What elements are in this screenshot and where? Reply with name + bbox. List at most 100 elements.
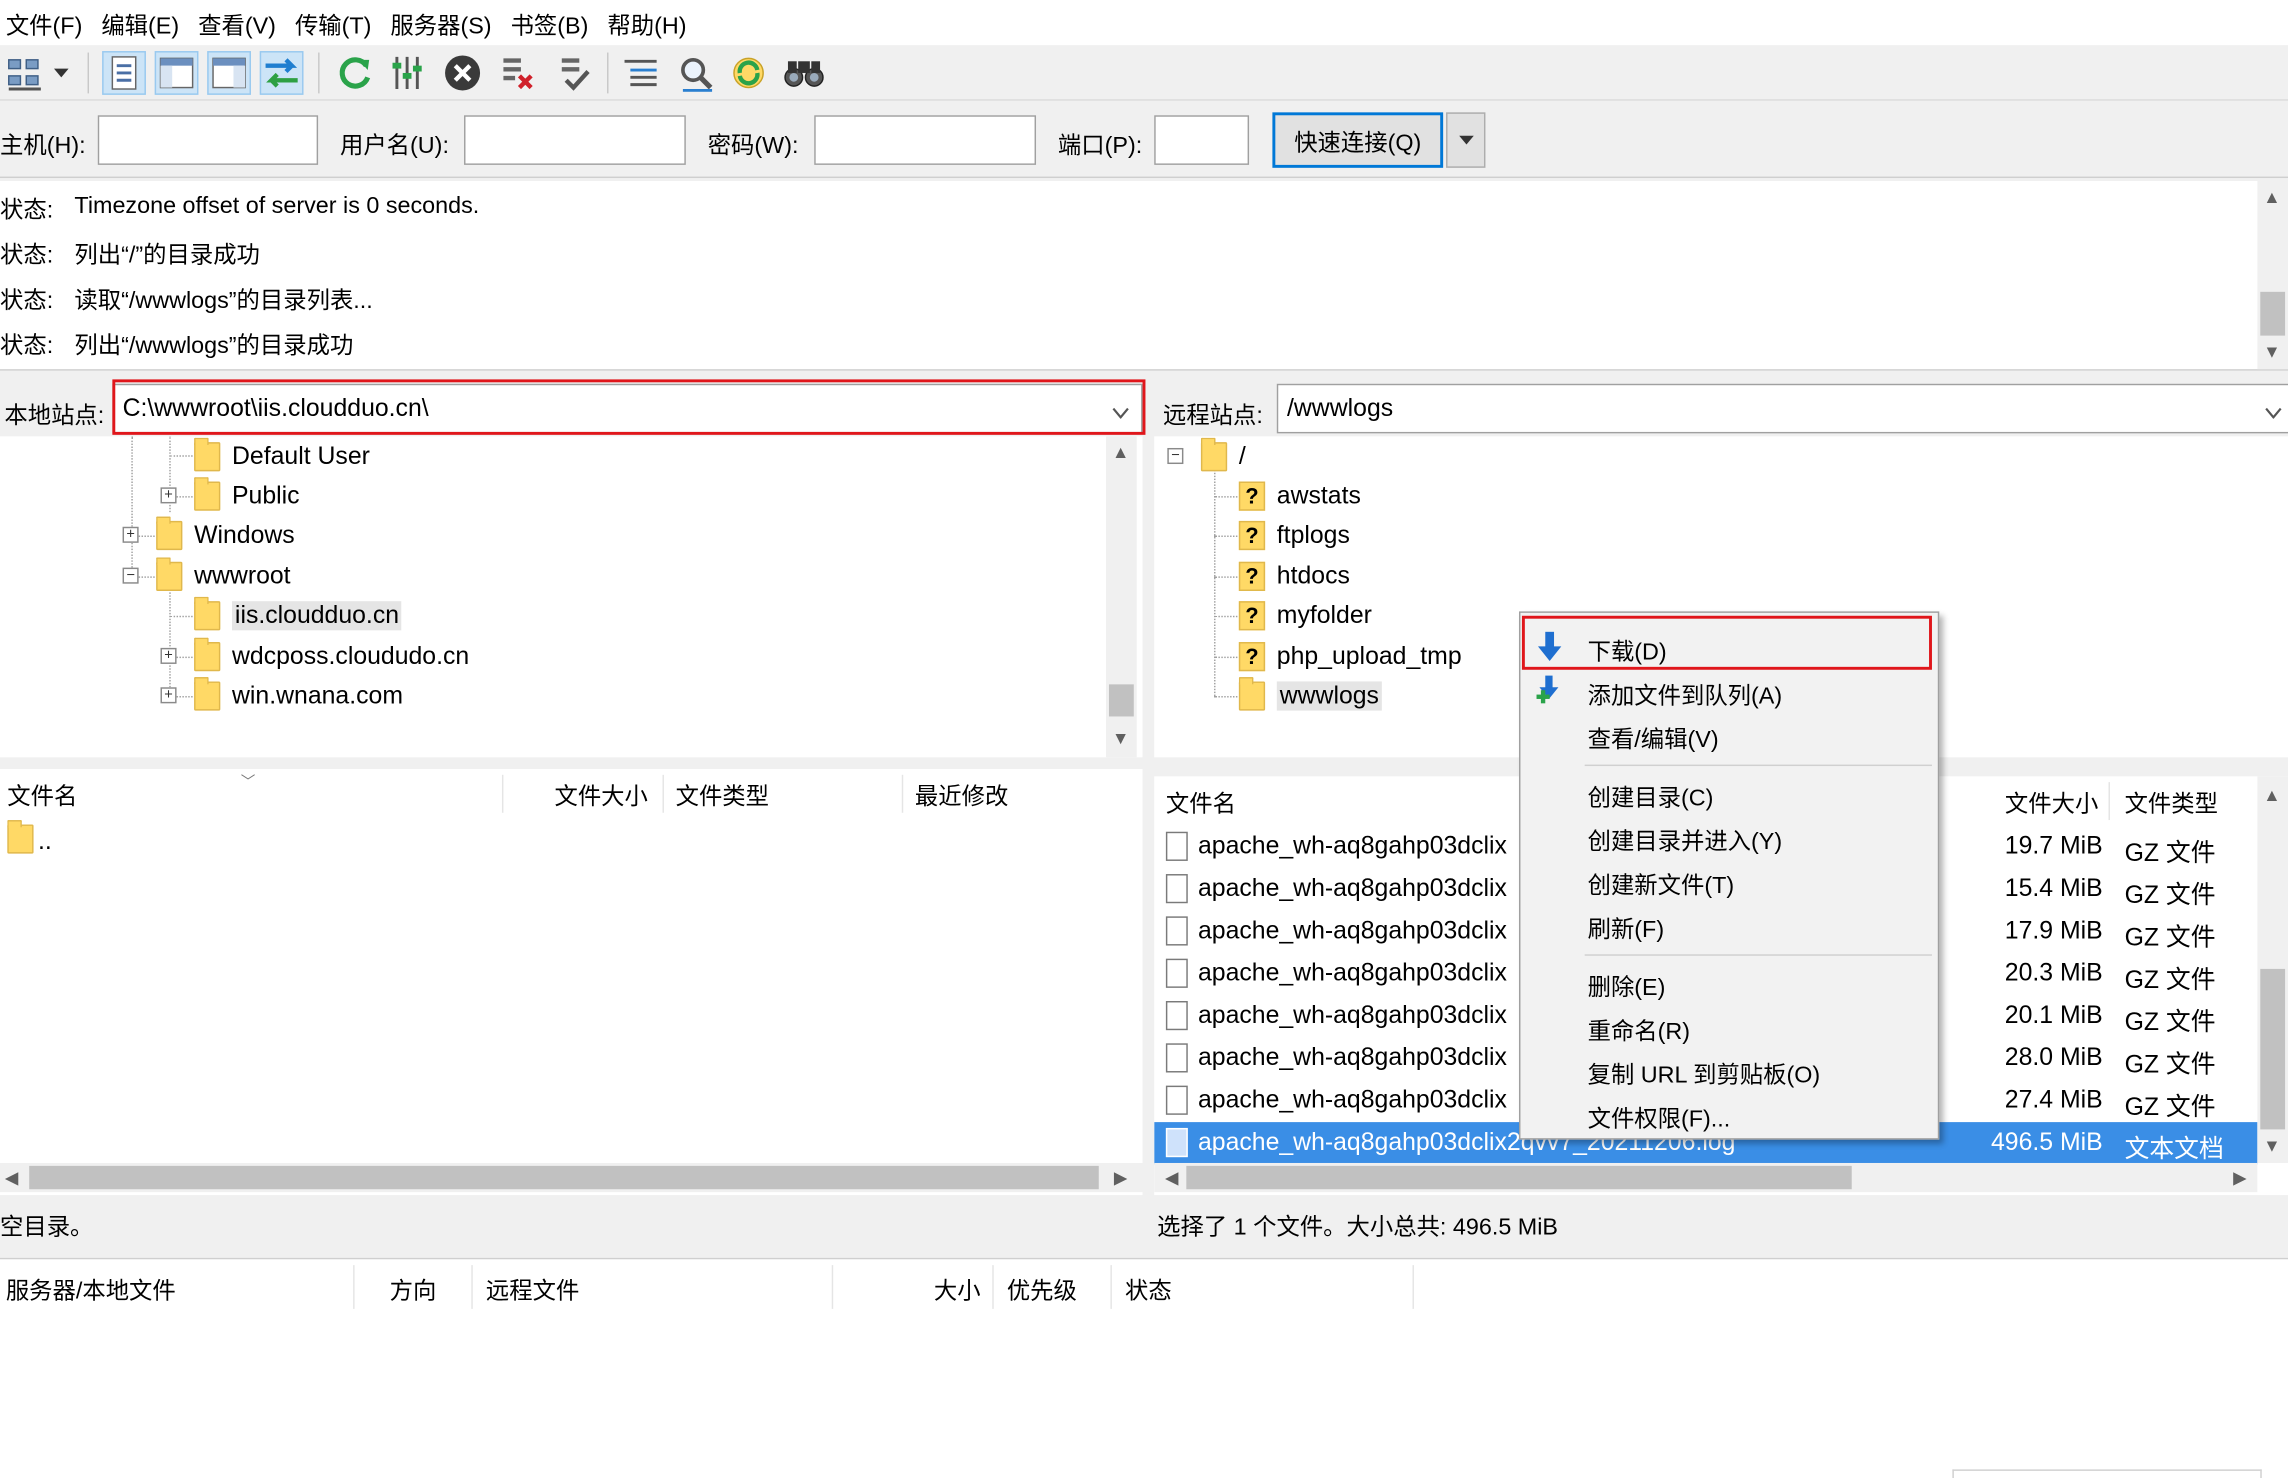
scroll-down-icon[interactable]: ▼ <box>2257 1135 2286 1155</box>
directory-filter-icon[interactable] <box>619 51 663 95</box>
scroll-thumb[interactable] <box>1186 1165 1852 1190</box>
queue-col-size[interactable]: 大小 <box>934 1271 981 1306</box>
unknown-folder-icon: ? <box>1238 600 1266 630</box>
compare-icon[interactable] <box>674 51 718 95</box>
menu-view[interactable]: 查看(V) <box>192 5 289 40</box>
file-size: 17.9 MiB <box>2004 916 2103 945</box>
chevron-down-icon[interactable] <box>2265 397 2283 426</box>
tree-node-myfolder[interactable]: ? myfolder <box>1238 595 1372 634</box>
log-scrollbar[interactable]: ▲ ▼ <box>2257 180 2288 370</box>
scroll-right-icon[interactable]: ▶ <box>1106 1167 1135 1187</box>
tree-node-root[interactable]: / <box>1200 436 1246 475</box>
queue-col-server-local[interactable]: 服务器/本地文件 <box>6 1271 176 1306</box>
menu-item-create-file[interactable]: 创建新文件(T) <box>1520 858 1937 902</box>
scroll-thumb[interactable] <box>1108 684 1134 717</box>
search-icon[interactable] <box>782 51 826 95</box>
menu-item-permissions[interactable]: 文件权限(F)... <box>1520 1091 1937 1135</box>
file-name: apache_wh-aq8gahp03dclix <box>1197 958 1507 987</box>
queue-col-priority[interactable]: 优先级 <box>1007 1271 1077 1306</box>
scroll-left-icon[interactable]: ◀ <box>1157 1167 1186 1187</box>
site-manager-icon[interactable] <box>3 51 47 95</box>
tree-node-windows[interactable]: Windows <box>156 515 295 554</box>
scroll-thumb[interactable] <box>29 1165 1099 1190</box>
menu-file[interactable]: 文件(F) <box>0 5 95 40</box>
expand-icon[interactable]: + <box>160 687 177 704</box>
expand-icon[interactable]: + <box>160 487 177 504</box>
scroll-up-icon[interactable]: ▲ <box>2257 785 2286 805</box>
scroll-left-icon[interactable]: ◀ <box>0 1167 26 1187</box>
col-filesize[interactable]: 文件大小 <box>554 769 647 819</box>
sync-browse-icon[interactable] <box>727 51 771 95</box>
password-input[interactable] <box>814 115 1037 165</box>
tree-node-htdocs[interactable]: ? htdocs <box>1238 556 1350 595</box>
dropdown-arrow-icon[interactable] <box>47 51 76 95</box>
remote-list-hscrollbar[interactable]: ◀ ▶ <box>1154 1162 2258 1193</box>
menu-help[interactable]: 帮助(H) <box>602 5 700 40</box>
quickconnect-history-dropdown[interactable] <box>1446 112 1486 168</box>
quickconnect-button[interactable]: 快速连接(Q) <box>1272 112 1444 168</box>
expand-icon[interactable]: + <box>122 526 139 543</box>
tree-node-wwwroot[interactable]: wwwroot <box>156 556 291 595</box>
menu-item-copy-url[interactable]: 复制 URL 到剪贴板(O) <box>1520 1048 1937 1092</box>
disconnect-icon[interactable] <box>496 51 540 95</box>
col-modified[interactable]: 最近修改 <box>915 769 1008 819</box>
reconnect-icon[interactable] <box>552 51 596 95</box>
scroll-right-icon[interactable]: ▶ <box>2225 1167 2254 1187</box>
menu-edit[interactable]: 编辑(E) <box>95 5 192 40</box>
collapse-icon[interactable]: − <box>1167 447 1184 465</box>
expand-icon[interactable]: + <box>160 647 177 664</box>
scroll-up-icon[interactable]: ▲ <box>2257 187 2286 207</box>
menu-bookmarks[interactable]: 书签(B) <box>505 5 602 40</box>
menu-item-refresh[interactable]: 刷新(F) <box>1520 902 1937 946</box>
toggle-remote-tree-icon[interactable] <box>207 51 251 95</box>
toggle-local-tree-icon[interactable] <box>154 51 199 95</box>
refresh-icon[interactable] <box>333 51 377 95</box>
port-input[interactable] <box>1154 115 1250 165</box>
menu-server[interactable]: 服务器(S) <box>385 5 505 40</box>
tree-node-awstats[interactable]: ? awstats <box>1238 476 1361 515</box>
col-filename[interactable]: 文件名 <box>1166 776 1236 826</box>
remote-list-scrollbar[interactable]: ▲ ▼ <box>2257 776 2288 1163</box>
scroll-thumb[interactable] <box>2260 291 2286 336</box>
remote-path-input[interactable]: /wwwlogs <box>1276 383 2288 434</box>
file-size: 27.4 MiB <box>2004 1085 2103 1114</box>
file-icon <box>1165 1043 1188 1073</box>
local-list-hscrollbar[interactable]: ◀ ▶ <box>0 1162 1143 1193</box>
menu-item-add-to-queue[interactable]: 添加文件到队列(A) <box>1520 668 1937 712</box>
menu-transfer[interactable]: 传输(T) <box>289 5 384 40</box>
tree-node-wwwlogs[interactable]: wwwlogs <box>1238 676 1382 715</box>
menu-item-view-edit[interactable]: 查看/编辑(V) <box>1520 712 1937 756</box>
scroll-thumb[interactable] <box>2260 968 2286 1130</box>
collapse-icon[interactable]: − <box>122 567 139 584</box>
scroll-up-icon[interactable]: ▲ <box>1106 442 1135 462</box>
col-filetype[interactable]: 文件类型 <box>676 769 769 819</box>
tree-node-ftplogs[interactable]: ? ftplogs <box>1238 515 1350 554</box>
scroll-down-icon[interactable]: ▼ <box>2257 341 2286 361</box>
queue-col-remote-file[interactable]: 远程文件 <box>486 1271 579 1306</box>
col-filename[interactable]: 文件名 <box>7 769 77 819</box>
process-queue-icon[interactable] <box>385 51 429 95</box>
tree-node-default-user[interactable]: Default User <box>194 436 370 475</box>
col-filetype[interactable]: 文件类型 <box>2125 776 2218 826</box>
tree-node-iis-cloudduo[interactable]: iis.cloudduo.cn <box>194 595 402 634</box>
toggle-queue-icon[interactable] <box>259 51 304 95</box>
tree-node-public[interactable]: Public <box>194 476 300 515</box>
menu-item-create-dir-enter[interactable]: 创建目录并进入(Y) <box>1520 814 1937 858</box>
tree-node-win-wnana[interactable]: win.wnana.com <box>194 676 403 715</box>
cancel-icon[interactable] <box>441 51 485 95</box>
menu-item-delete[interactable]: 删除(E) <box>1520 960 1937 1004</box>
tree-node-php-upload-tmp[interactable]: ? php_upload_tmp <box>1238 636 1462 675</box>
tree-node-wdcposs[interactable]: wdcposs.cloududo.cn <box>194 636 469 675</box>
col-filesize[interactable]: 文件大小 <box>2005 776 2098 826</box>
queue-col-status[interactable]: 状态 <box>1125 1271 1172 1306</box>
username-input[interactable] <box>464 115 686 165</box>
list-item-parent-dir[interactable]: .. <box>0 820 1143 864</box>
local-tree-scrollbar[interactable]: ▲ ▼ <box>1106 436 1137 758</box>
menu-item-rename[interactable]: 重命名(R) <box>1520 1004 1937 1048</box>
scroll-down-icon[interactable]: ▼ <box>1106 728 1135 748</box>
file-type: GZ 文件 <box>2124 1092 2216 1121</box>
queue-col-direction[interactable]: 方向 <box>390 1271 437 1306</box>
menu-item-create-dir[interactable]: 创建目录(C) <box>1520 770 1937 814</box>
host-input[interactable] <box>97 115 319 165</box>
toggle-log-icon[interactable] <box>102 51 146 95</box>
